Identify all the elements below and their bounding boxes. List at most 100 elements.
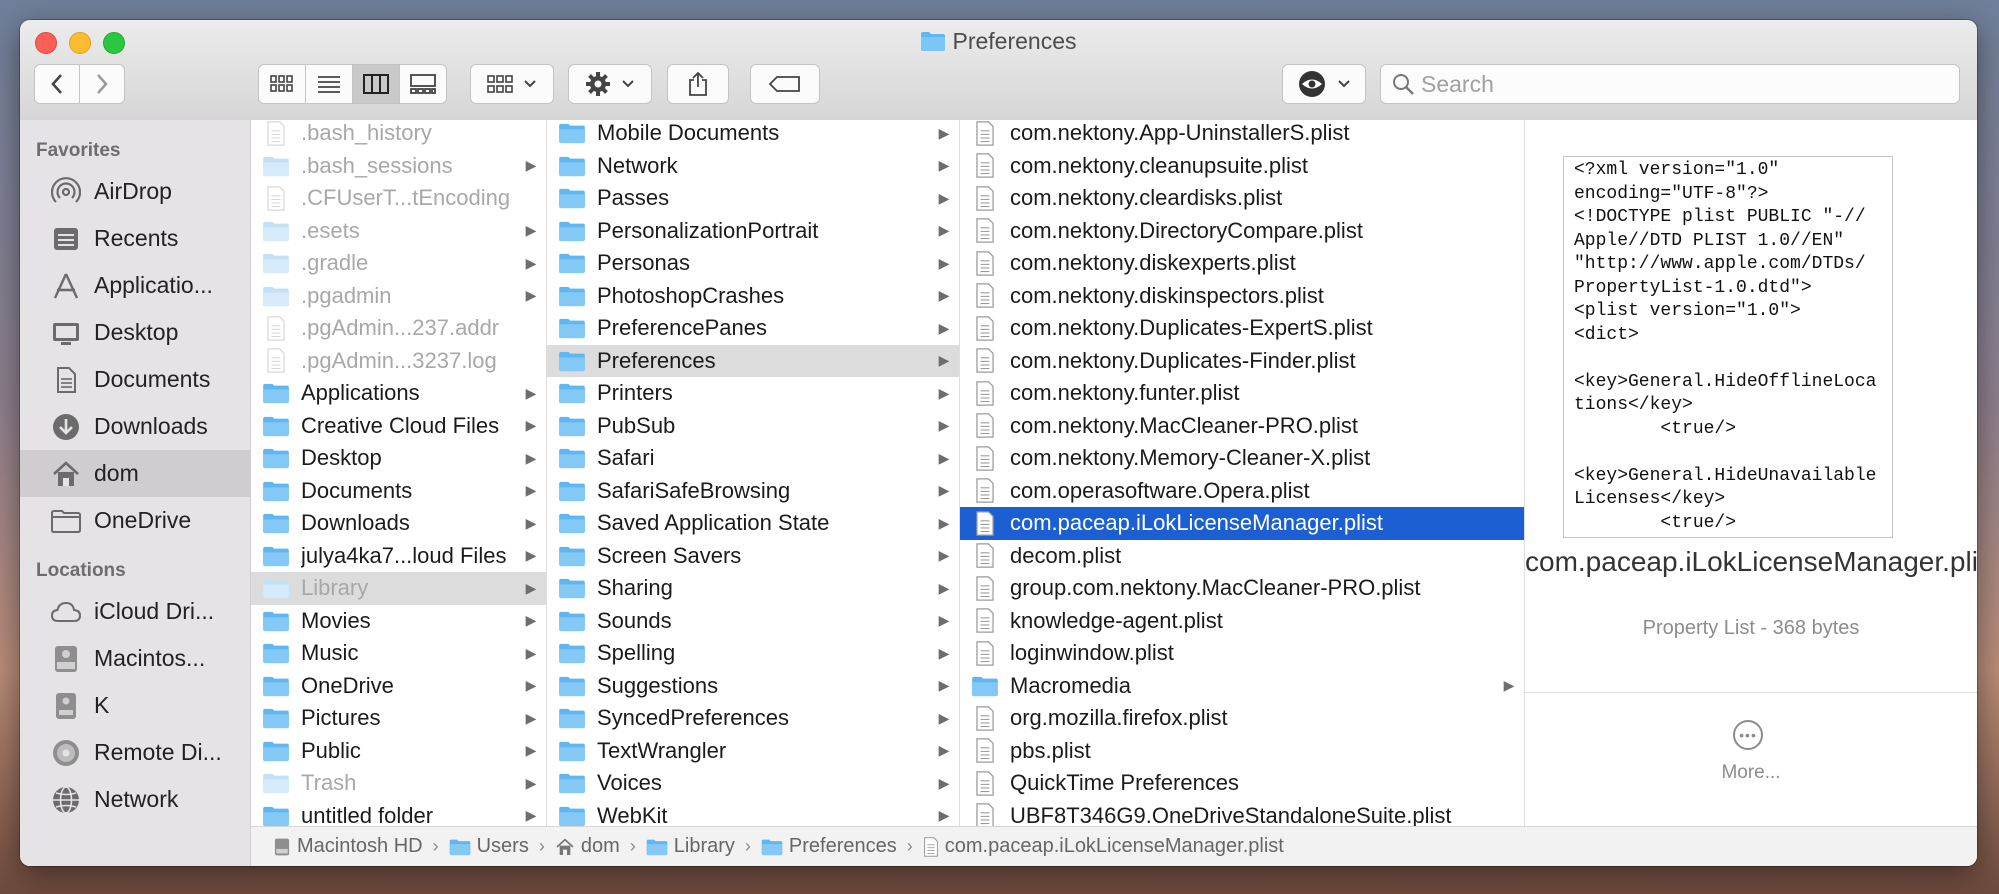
sidebar-item-desktop[interactable]: Desktop — [20, 309, 250, 356]
file-row[interactable]: com.nektony.funter.plist — [960, 377, 1524, 410]
folder-row[interactable]: Saved Application State ▶ — [547, 507, 959, 540]
list-view-button[interactable] — [305, 64, 353, 104]
folder-row[interactable]: Movies ▶ — [251, 605, 546, 638]
sidebar-item-icloud-dri[interactable]: iCloud Dri... — [20, 588, 250, 635]
file-row[interactable]: pbs.plist — [960, 735, 1524, 768]
folder-row[interactable]: Preferences ▶ — [547, 344, 959, 377]
path-item[interactable]: Macintosh HD — [273, 835, 423, 858]
folder-row[interactable]: Downloads ▶ — [251, 507, 546, 540]
search-field[interactable] — [1380, 64, 1960, 104]
search-input[interactable] — [1415, 69, 1943, 99]
folder-row[interactable]: Trash ▶ — [251, 767, 546, 800]
folder-row[interactable]: untitled folder ▶ — [251, 800, 546, 826]
file-row[interactable]: com.nektony.cleanupsuite.plist — [960, 150, 1524, 183]
folder-row[interactable]: .gradle ▶ — [251, 247, 546, 280]
sidebar-item-k[interactable]: K — [20, 682, 250, 729]
folder-row[interactable]: SafariSafeBrowsing ▶ — [547, 475, 959, 508]
file-row[interactable]: com.nektony.Duplicates-ExpertS.plist — [960, 312, 1524, 345]
folder-row[interactable]: Screen Savers ▶ — [547, 540, 959, 573]
more-button[interactable]: More... — [1525, 762, 1977, 784]
path-item[interactable]: Users — [449, 835, 529, 858]
file-row[interactable]: .pgAdmin...237.addr — [251, 312, 546, 345]
folder-row[interactable]: WebKit ▶ — [547, 800, 959, 826]
path-item[interactable]: Library — [646, 835, 735, 858]
sidebar-item-remote-di[interactable]: Remote Di... — [20, 729, 250, 776]
folder-row[interactable]: Public ▶ — [251, 735, 546, 768]
file-row[interactable]: com.operasoftware.Opera.plist — [960, 475, 1524, 508]
path-item[interactable]: Preferences — [761, 835, 897, 858]
sidebar-item-macintos[interactable]: Macintos... — [20, 635, 250, 682]
file-row[interactable]: .bash_history — [251, 120, 546, 150]
file-row[interactable]: .CFUserT...tEncoding — [251, 182, 546, 215]
folder-row[interactable]: Library ▶ — [251, 572, 546, 605]
folder-row[interactable]: Creative Cloud Files ▶ — [251, 410, 546, 443]
folder-row[interactable]: Macromedia ▶ — [960, 670, 1524, 703]
folder-row[interactable]: .pgadmin ▶ — [251, 280, 546, 313]
gallery-view-button[interactable] — [399, 64, 447, 104]
folder-row[interactable]: Sharing ▶ — [547, 572, 959, 605]
folder-row[interactable]: TextWrangler ▶ — [547, 735, 959, 768]
file-row[interactable]: com.nektony.App-UninstallerS.plist — [960, 120, 1524, 150]
folder-row[interactable]: Applications ▶ — [251, 377, 546, 410]
path-item[interactable]: com.paceap.iLokLicenseManager.plist — [923, 835, 1284, 858]
folder-row[interactable]: PhotoshopCrashes ▶ — [547, 280, 959, 313]
sidebar-item-airdrop[interactable]: AirDrop — [20, 168, 250, 215]
file-row[interactable]: org.mozilla.firefox.plist — [960, 702, 1524, 735]
file-row[interactable]: UBF8T346G9.OneDriveStandaloneSuite.plist — [960, 800, 1524, 826]
file-row[interactable]: .pgAdmin...3237.log — [251, 345, 546, 378]
folder-row[interactable]: Suggestions ▶ — [547, 670, 959, 703]
sidebar-item-downloads[interactable]: Downloads — [20, 403, 250, 450]
folder-row[interactable]: PersonalizationPortrait ▶ — [547, 215, 959, 248]
back-button[interactable] — [34, 64, 80, 104]
file-row[interactable]: com.nektony.Memory-Cleaner-X.plist — [960, 442, 1524, 475]
file-row[interactable]: knowledge-agent.plist — [960, 605, 1524, 638]
sidebar-item-documents[interactable]: Documents — [20, 356, 250, 403]
column-view-button[interactable] — [352, 64, 400, 104]
file-row[interactable]: com.paceap.iLokLicenseManager.plist — [960, 507, 1524, 540]
path-item[interactable]: dom — [555, 835, 620, 858]
sidebar-item-network[interactable]: Network — [20, 776, 250, 823]
sidebar-item-dom[interactable]: dom — [20, 450, 250, 497]
folder-row[interactable]: SyncedPreferences ▶ — [547, 702, 959, 735]
folder-row[interactable]: Documents ▶ — [251, 475, 546, 508]
folder-row[interactable]: Passes ▶ — [547, 182, 959, 215]
quick-look-button[interactable] — [1282, 64, 1366, 104]
folder-row[interactable]: Personas ▶ — [547, 247, 959, 280]
icon-view-button[interactable] — [258, 64, 306, 104]
folder-row[interactable]: Desktop ▶ — [251, 442, 546, 475]
file-row[interactable]: com.nektony.DirectoryCompare.plist — [960, 215, 1524, 248]
folder-row[interactable]: OneDrive ▶ — [251, 670, 546, 703]
folder-row[interactable]: Pictures ▶ — [251, 702, 546, 735]
file-row[interactable]: com.nektony.diskexperts.plist — [960, 247, 1524, 280]
folder-row[interactable]: Safari ▶ — [547, 442, 959, 475]
file-row[interactable]: QuickTime Preferences — [960, 767, 1524, 800]
sidebar-item-applicatio[interactable]: Applicatio... — [20, 262, 250, 309]
file-row[interactable]: com.nektony.diskinspectors.plist — [960, 280, 1524, 313]
tags-button[interactable] — [750, 64, 820, 104]
folder-row[interactable]: Sounds ▶ — [547, 605, 959, 638]
folder-row[interactable]: Voices ▶ — [547, 767, 959, 800]
folder-row[interactable]: Printers ▶ — [547, 377, 959, 410]
file-row[interactable]: loginwindow.plist — [960, 637, 1524, 670]
file-row[interactable]: com.nektony.MacCleaner-PRO.plist — [960, 410, 1524, 443]
folder-row[interactable]: Mobile Documents ▶ — [547, 120, 959, 150]
folder-row[interactable]: PreferencePanes ▶ — [547, 312, 959, 345]
group-by-button[interactable] — [470, 64, 554, 104]
folder-row[interactable]: Music ▶ — [251, 637, 546, 670]
file-row[interactable]: decom.plist — [960, 540, 1524, 573]
more-icon[interactable]: ••• — [1733, 720, 1763, 750]
folder-row[interactable]: .esets ▶ — [251, 215, 546, 248]
forward-button[interactable] — [79, 64, 125, 104]
sidebar-item-onedrive[interactable]: OneDrive — [20, 497, 250, 544]
sidebar-item-recents[interactable]: Recents — [20, 215, 250, 262]
folder-row[interactable]: PubSub ▶ — [547, 410, 959, 443]
action-button[interactable] — [568, 64, 652, 104]
file-row[interactable]: com.nektony.cleardisks.plist — [960, 182, 1524, 215]
share-button[interactable] — [667, 64, 729, 104]
folder-row[interactable]: .bash_sessions ▶ — [251, 150, 546, 183]
file-row[interactable]: com.nektony.Duplicates-Finder.plist — [960, 345, 1524, 378]
folder-row[interactable]: julya4ka7...loud Files ▶ — [251, 540, 546, 573]
file-row[interactable]: group.com.nektony.MacCleaner-PRO.plist — [960, 572, 1524, 605]
folder-row[interactable]: Network ▶ — [547, 150, 959, 183]
folder-row[interactable]: Spelling ▶ — [547, 637, 959, 670]
